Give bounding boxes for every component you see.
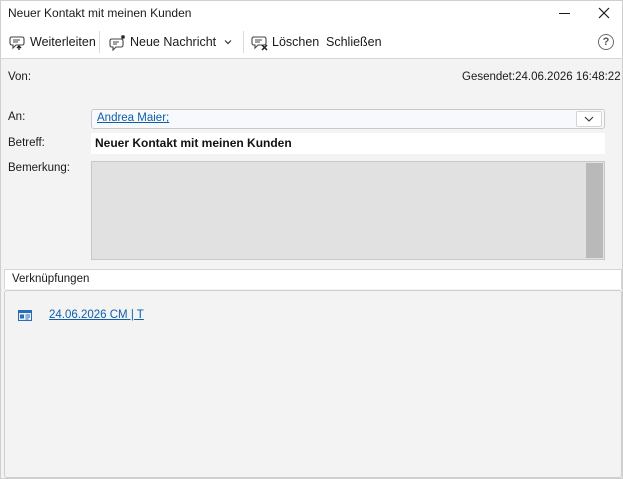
remark-label: Bemerkung: <box>8 162 71 174</box>
toolbar: Weiterleiten Neue Nachricht Löschen Schl… <box>1 25 622 59</box>
links-panel: 24.06.2026 CM | T <box>4 290 622 478</box>
close-label: Schließen <box>326 35 382 49</box>
list-item[interactable]: 24.06.2026 CM | T <box>18 309 144 321</box>
remark-scrollbar[interactable] <box>586 163 603 258</box>
new-message-icon <box>109 34 125 51</box>
forward-icon <box>9 35 25 50</box>
minimize-button[interactable] <box>547 1 581 25</box>
new-message-label: Neue Nachricht <box>130 35 217 49</box>
recipient-link[interactable]: Andrea Maier; <box>97 112 169 124</box>
remark-field[interactable] <box>91 161 605 260</box>
chevron-down-icon <box>224 40 232 45</box>
toolbar-divider <box>99 31 100 53</box>
close-icon <box>598 7 610 19</box>
minimize-icon <box>558 12 570 14</box>
link-item-label[interactable]: 24.06.2026 CM | T <box>49 309 144 321</box>
appointment-card-icon <box>18 309 32 321</box>
subject-label: Betreff: <box>8 137 45 149</box>
message-window: Neuer Kontakt mit meinen Kunden Weiterle… <box>0 0 623 479</box>
close-window-button[interactable] <box>587 1 621 25</box>
sent-value: 24.06.2026 16:48:22 <box>515 71 621 83</box>
links-section-title: Verknüpfungen <box>12 273 90 285</box>
subject-value: Neuer Kontakt mit meinen Kunden <box>95 136 292 150</box>
toolbar-divider <box>243 31 244 53</box>
delete-message-icon <box>251 35 268 51</box>
window-title: Neuer Kontakt mit meinen Kunden <box>8 6 192 20</box>
recipient-dropdown-button[interactable] <box>576 111 602 127</box>
help-icon: ? <box>602 36 610 48</box>
delete-button[interactable]: Löschen <box>251 32 319 52</box>
chevron-down-icon <box>584 116 594 122</box>
subject-field[interactable]: Neuer Kontakt mit meinen Kunden <box>91 133 605 154</box>
title-bar: Neuer Kontakt mit meinen Kunden <box>1 1 622 25</box>
from-label: Von: <box>8 71 32 83</box>
delete-label: Löschen <box>272 35 320 49</box>
to-label: An: <box>8 111 26 123</box>
links-section-header: Verknüpfungen <box>4 269 622 289</box>
help-button[interactable]: ? <box>598 34 614 50</box>
forward-button[interactable]: Weiterleiten <box>9 32 96 52</box>
recipient-field[interactable]: Andrea Maier; <box>91 109 605 129</box>
close-button[interactable]: Schließen <box>326 32 382 52</box>
new-message-button[interactable]: Neue Nachricht <box>109 32 216 52</box>
sent-info: Gesendet:24.06.2026 16:48:22 <box>462 71 621 83</box>
sent-label: Gesendet: <box>462 71 516 83</box>
forward-label: Weiterleiten <box>30 35 96 49</box>
new-message-dropdown[interactable] <box>223 32 237 52</box>
